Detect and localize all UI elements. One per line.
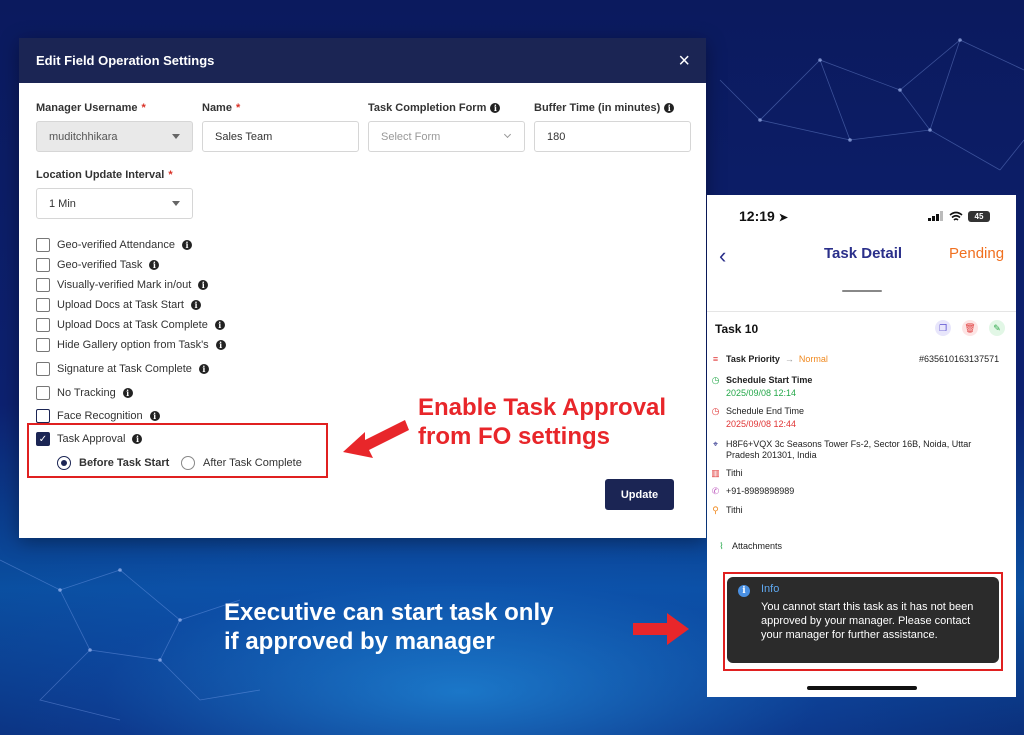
task-completion-form-select[interactable]: Select Form [368, 121, 525, 152]
info-icon[interactable]: i [122, 388, 133, 398]
checkbox[interactable] [36, 386, 50, 400]
info-icon[interactable]: i [149, 411, 160, 421]
priority-row: ≡ Task Priority → Normal [710, 354, 828, 365]
modal-header: Edit Field Operation Settings × [19, 38, 706, 83]
checkbox-face-recognition[interactable]: Face Recognition i [36, 409, 160, 423]
info-icon[interactable]: i [132, 434, 143, 444]
checkbox-no-tracking[interactable]: No Tracking i [36, 386, 133, 400]
caret-down-icon [172, 201, 180, 206]
name-label: Name * [202, 102, 241, 114]
priority-icon: ≡ [712, 354, 719, 364]
end-time-row: ◷ Schedule End Time 2025/09/08 12:44 [711, 406, 805, 429]
update-button[interactable]: Update [605, 479, 674, 510]
callout-executive: Executive can start task only if approve… [224, 599, 554, 655]
person-icon: ⚲ [712, 505, 719, 515]
task-completion-form-label: Task Completion Form i [368, 102, 501, 114]
callout-enable-approval: Enable Task Approval from FO settings [418, 394, 667, 450]
location-pin-icon: ⌖ [712, 439, 719, 449]
checkbox[interactable] [36, 362, 50, 376]
radio-unselected[interactable] [181, 456, 195, 470]
status-time: 12:19 ➤ [739, 208, 788, 224]
red-arrow-icon [343, 420, 409, 458]
checkbox-geo-task[interactable]: Geo-verified Task i [36, 258, 160, 272]
checkbox-signature[interactable]: Signature at Task Complete i [36, 362, 209, 376]
info-icon[interactable]: i [198, 280, 209, 290]
edit-icon[interactable]: ✎ [989, 320, 1005, 336]
nav-bar: ‹ Task Detail Pending [707, 237, 1016, 273]
paperclip-icon: ⌇ [719, 541, 724, 551]
info-icon[interactable]: i [190, 300, 201, 310]
task-status: Pending [949, 245, 1005, 262]
start-time-row: ◷ Schedule Start Time 2025/09/08 12:14 [711, 375, 813, 398]
checkbox[interactable] [36, 318, 50, 332]
checkmark-icon[interactable]: ✓ [36, 432, 50, 446]
address-row: ⌖ H8F6+VQX 3c Seasons Tower Fs-2, Sector… [710, 439, 971, 460]
attachments-row[interactable]: ⌇ Attachments [716, 541, 782, 552]
back-chevron-icon[interactable]: ‹ [719, 243, 726, 269]
clock-icon: ◷ [711, 406, 720, 416]
buffer-time-input[interactable]: 180 [534, 121, 691, 152]
name-input[interactable]: Sales Team [202, 121, 359, 152]
info-icon[interactable]: i [215, 340, 226, 350]
info-icon[interactable]: i [182, 240, 193, 250]
location-interval-label: Location Update Interval * [36, 169, 173, 181]
phone-task-detail: 12:19 ➤ 45 ‹ Task Detail Pending Task 10… [707, 195, 1016, 697]
nav-title: Task Detail [824, 245, 903, 262]
manager-username-select: muditchhikara [36, 121, 193, 152]
checkbox[interactable] [36, 409, 50, 423]
info-icon[interactable]: i [490, 103, 501, 113]
info-icon[interactable]: i [149, 260, 160, 270]
buffer-time-label: Buffer Time (in minutes) i [534, 102, 675, 114]
checkbox-upload-start[interactable]: Upload Docs at Task Start i [36, 298, 201, 312]
info-icon: i [738, 585, 750, 597]
close-icon[interactable]: × [678, 51, 690, 71]
battery-icon: 45 [968, 210, 990, 222]
divider [707, 311, 1016, 312]
chevron-down-icon [503, 130, 512, 139]
phone-icon: ✆ [711, 486, 720, 496]
copy-icon[interactable]: ❐ [935, 320, 951, 336]
info-icon[interactable]: i [214, 320, 225, 330]
checkbox[interactable] [36, 278, 50, 292]
building-icon: ▥ [711, 468, 720, 478]
caret-down-icon [172, 134, 180, 139]
arrow-right-icon: → [784, 354, 794, 364]
radio-before-task-start[interactable]: Before Task Start [57, 456, 169, 470]
info-icon[interactable]: i [198, 364, 209, 374]
checkbox[interactable] [36, 298, 50, 312]
red-arrow-right-icon [633, 613, 689, 645]
signal-icon [928, 211, 943, 221]
company-row: ▥ Tithi [711, 468, 743, 478]
task-id: #635610163137571 [919, 354, 1000, 364]
phone-row: ✆ +91-8989898989 [711, 486, 795, 496]
status-bar: 12:19 ➤ 45 [707, 195, 1016, 237]
toast-message: You cannot start this task as it has not… [761, 601, 974, 641]
checkbox-upload-complete[interactable]: Upload Docs at Task Complete i [36, 318, 225, 332]
home-indicator [807, 686, 917, 690]
delete-icon[interactable]: 🗑 [962, 320, 978, 336]
location-interval-select[interactable]: 1 Min [36, 188, 193, 219]
radio-selected[interactable] [57, 456, 71, 470]
checkbox[interactable] [36, 238, 50, 252]
drag-handle[interactable] [842, 290, 882, 292]
status-icons: 45 [928, 210, 990, 222]
wifi-icon [949, 211, 963, 221]
modal-title: Edit Field Operation Settings [36, 53, 215, 68]
checkbox[interactable] [36, 258, 50, 272]
task-name: Task 10 [715, 322, 759, 336]
radio-after-task-complete[interactable]: After Task Complete [181, 456, 302, 470]
manager-username-label: Manager Username * [36, 102, 146, 114]
toast-title: Info [761, 583, 780, 595]
contact-row: ⚲ Tithi [710, 505, 742, 516]
checkbox-task-approval[interactable]: ✓ Task Approval i [36, 432, 143, 446]
info-icon[interactable]: i [664, 103, 675, 113]
info-toast: i Info You cannot start this task as it … [727, 577, 999, 663]
checkbox[interactable] [36, 338, 50, 352]
checkbox-visual-mark[interactable]: Visually-verified Mark in/out i [36, 278, 209, 292]
checkbox-geo-attendance[interactable]: Geo-verified Attendance i [36, 238, 193, 252]
checkbox-hide-gallery[interactable]: Hide Gallery option from Task's i [36, 338, 226, 352]
clock-icon: ◷ [711, 375, 720, 385]
